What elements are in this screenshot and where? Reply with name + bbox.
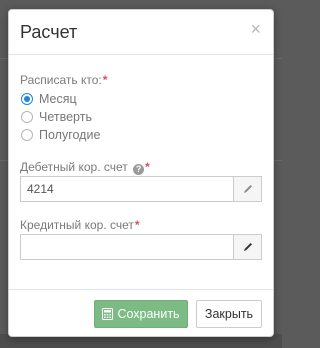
radio-month[interactable]: Месяц — [21, 91, 77, 107]
radio-half-year-circle[interactable] — [21, 129, 33, 141]
radio-half-year[interactable]: Полугодие — [21, 127, 100, 143]
credit-label-text: Кредитный кор. счет — [20, 218, 134, 232]
credit-edit-button[interactable] — [233, 235, 261, 259]
debit-label-text: Дебетный кор. счет — [20, 160, 128, 174]
help-icon[interactable]: ? — [133, 164, 145, 175]
distribute-label: Расписать кто:* — [20, 73, 107, 87]
radio-month-circle[interactable] — [21, 93, 33, 105]
close-button[interactable]: Закрыть — [196, 300, 262, 328]
required-mark: * — [134, 218, 140, 232]
debit-account-input[interactable] — [21, 177, 233, 201]
dialog-header: Расчет × — [9, 10, 273, 55]
required-mark: * — [145, 160, 150, 174]
calculator-icon — [102, 308, 114, 320]
footer-divider — [9, 289, 273, 290]
debit-account-group — [20, 176, 262, 202]
distribute-label-text: Расписать кто: — [20, 73, 102, 87]
credit-label: Кредитный кор. счет* — [20, 218, 140, 232]
save-button-label: Сохранить — [117, 307, 180, 321]
radio-quarter-label: Четверть — [39, 110, 92, 124]
credit-account-group — [20, 234, 262, 260]
radio-quarter-circle[interactable] — [21, 111, 33, 123]
radio-month-label: Месяц — [39, 92, 77, 106]
calculation-dialog: Расчет × Расписать кто:* Месяц Четверть … — [8, 9, 274, 337]
debit-label: Дебетный кор. счет ? * — [20, 160, 150, 175]
pencil-icon — [243, 185, 252, 193]
save-button[interactable]: Сохранить — [94, 300, 188, 328]
close-icon[interactable]: × — [250, 20, 261, 38]
radio-half-year-label: Полугодие — [39, 128, 101, 142]
required-mark: * — [102, 73, 108, 87]
debit-edit-button[interactable] — [233, 177, 261, 201]
pencil-icon — [243, 243, 252, 251]
credit-account-input[interactable] — [21, 235, 233, 259]
radio-quarter[interactable]: Четверть — [21, 109, 92, 125]
dialog-title: Расчет — [20, 22, 78, 42]
